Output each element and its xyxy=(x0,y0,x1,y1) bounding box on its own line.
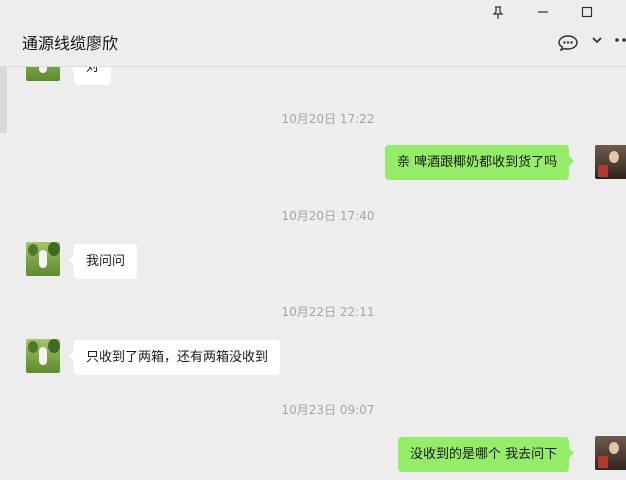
maximize-icon[interactable] xyxy=(575,6,599,24)
chat-bubble-icon[interactable] xyxy=(556,34,580,52)
contact-avatar[interactable] xyxy=(26,339,60,373)
message-bubble-sent[interactable]: 没收到的是哪个 我去问下 xyxy=(398,437,575,472)
chat-header: 通源线缆廖欣 xyxy=(0,0,626,67)
message-timestamp: 10月20日 17:40 xyxy=(281,209,375,223)
more-icon[interactable] xyxy=(610,34,626,52)
message-bubble-sent[interactable]: 亲 啤酒跟椰奶都收到货了吗 xyxy=(385,145,575,180)
pin-icon[interactable] xyxy=(486,6,510,24)
chat-title: 通源线缆廖欣 xyxy=(22,34,119,53)
minimize-icon[interactable] xyxy=(531,6,555,24)
message-bubble-received[interactable]: 我问问 xyxy=(68,244,138,279)
chevron-down-icon[interactable] xyxy=(585,34,609,52)
message-timestamp: 10月20日 17:22 xyxy=(281,112,375,126)
contact-avatar[interactable] xyxy=(26,242,60,276)
self-avatar[interactable] xyxy=(595,145,626,179)
message-timestamp: 10月23日 09:07 xyxy=(281,403,375,417)
message-area[interactable]: 对 10月20日 17:22 亲 啤酒跟椰奶都收到货了吗 10月20日 17:4… xyxy=(0,67,626,480)
contact-avatar[interactable] xyxy=(26,67,60,81)
message-timestamp: 10月22日 22:11 xyxy=(281,305,375,319)
message-bubble-received[interactable]: 只收到了两箱，还有两箱没收到 xyxy=(68,340,281,375)
self-avatar[interactable] xyxy=(595,436,626,470)
message-bubble-received[interactable]: 对 xyxy=(68,67,112,85)
